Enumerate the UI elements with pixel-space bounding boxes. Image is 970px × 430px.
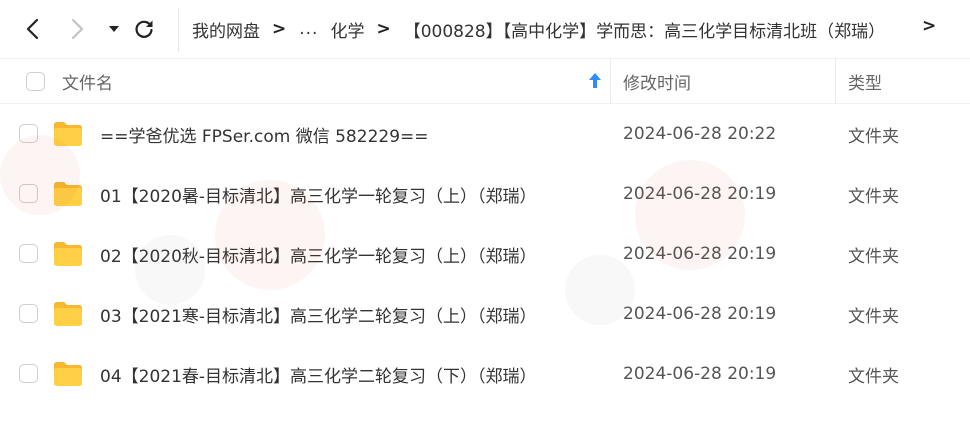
table-row[interactable]: ==学爸优选 FPSer.com 微信 582229== 2024-06-28 … (0, 104, 970, 164)
forward-button[interactable] (63, 14, 93, 44)
file-list-header: 文件名 修改时间 类型 (0, 58, 970, 104)
row-checkbox[interactable] (19, 304, 38, 323)
breadcrumb-item-chemistry[interactable]: 化学 (330, 17, 364, 42)
file-type: 文件夹 (848, 126, 899, 147)
refresh-button[interactable] (129, 14, 159, 44)
file-name[interactable]: 04【2021春-目标清北】高三化学二轮复习（下）（郑瑞） (100, 344, 537, 404)
column-divider[interactable] (610, 59, 611, 104)
column-header-modified[interactable]: 修改时间 (623, 59, 691, 104)
file-browser: 我的网盘 > ... 化学 > 【000828】【高中化学】学而思：高三化学目标… (0, 0, 970, 430)
breadcrumb-more-icon[interactable]: > (922, 16, 936, 36)
folder-icon (54, 302, 82, 326)
file-name[interactable]: 03【2021寒-目标清北】高三化学二轮复习（上）（郑瑞） (100, 284, 537, 344)
file-list: ==学爸优选 FPSer.com 微信 582229== 2024-06-28 … (0, 104, 970, 404)
table-row[interactable]: 03【2021寒-目标清北】高三化学二轮复习（上）（郑瑞） 2024-06-28… (0, 284, 970, 344)
file-name[interactable]: 01【2020暑-目标清北】高三化学一轮复习（上）（郑瑞） (100, 164, 537, 224)
breadcrumb-ellipsis[interactable]: ... (299, 19, 318, 39)
row-checkbox[interactable] (19, 124, 38, 143)
history-dropdown-button[interactable] (100, 14, 128, 44)
folder-icon (54, 122, 82, 146)
file-modified-time: 2024-06-28 20:19 (623, 184, 777, 204)
toolbar-divider (178, 8, 179, 52)
folder-icon (54, 362, 82, 386)
file-type: 文件夹 (848, 246, 899, 267)
breadcrumb-separator-icon: > (272, 19, 287, 39)
file-name[interactable]: ==学爸优选 FPSer.com 微信 582229== (100, 104, 429, 164)
column-header-type[interactable]: 类型 (848, 59, 882, 104)
folder-icon (54, 242, 82, 266)
file-modified-time: 2024-06-28 20:19 (623, 304, 777, 324)
table-row[interactable]: 04【2021春-目标清北】高三化学二轮复习（下）（郑瑞） 2024-06-28… (0, 344, 970, 404)
file-type: 文件夹 (848, 366, 899, 387)
row-checkbox[interactable] (19, 364, 38, 383)
file-type: 文件夹 (848, 186, 899, 207)
breadcrumb-root[interactable]: 我的网盘 (192, 17, 260, 42)
chevron-left-icon (26, 18, 39, 40)
row-checkbox[interactable] (19, 244, 38, 263)
sort-ascending-icon[interactable] (588, 72, 602, 90)
breadcrumb-separator-icon: > (376, 19, 391, 39)
caret-down-icon (109, 26, 119, 32)
back-button[interactable] (17, 14, 47, 44)
folder-icon (54, 182, 82, 206)
select-all-checkbox[interactable] (26, 72, 45, 91)
file-name[interactable]: 02【2020秋-目标清北】高三化学一轮复习（上）（郑瑞） (100, 224, 537, 284)
file-modified-time: 2024-06-28 20:19 (623, 364, 777, 384)
column-divider[interactable] (835, 59, 836, 104)
table-row[interactable]: 01【2020暑-目标清北】高三化学一轮复习（上）（郑瑞） 2024-06-28… (0, 164, 970, 224)
file-modified-time: 2024-06-28 20:22 (623, 124, 777, 144)
file-type: 文件夹 (848, 306, 899, 327)
row-checkbox[interactable] (19, 184, 38, 203)
breadcrumb: 我的网盘 > ... 化学 > 【000828】【高中化学】学而思：高三化学目标… (192, 0, 885, 58)
file-modified-time: 2024-06-28 20:19 (623, 244, 777, 264)
chevron-right-icon (71, 18, 84, 40)
select-all-cell (26, 59, 45, 104)
table-row[interactable]: 02【2020秋-目标清北】高三化学一轮复习（上）（郑瑞） 2024-06-28… (0, 224, 970, 284)
refresh-icon (135, 20, 153, 38)
column-header-name[interactable]: 文件名 (62, 59, 113, 104)
breadcrumb-item-current[interactable]: 【000828】【高中化学】学而思：高三化学目标清北班（郑瑞） (404, 17, 885, 42)
navigation-bar: 我的网盘 > ... 化学 > 【000828】【高中化学】学而思：高三化学目标… (0, 0, 970, 58)
